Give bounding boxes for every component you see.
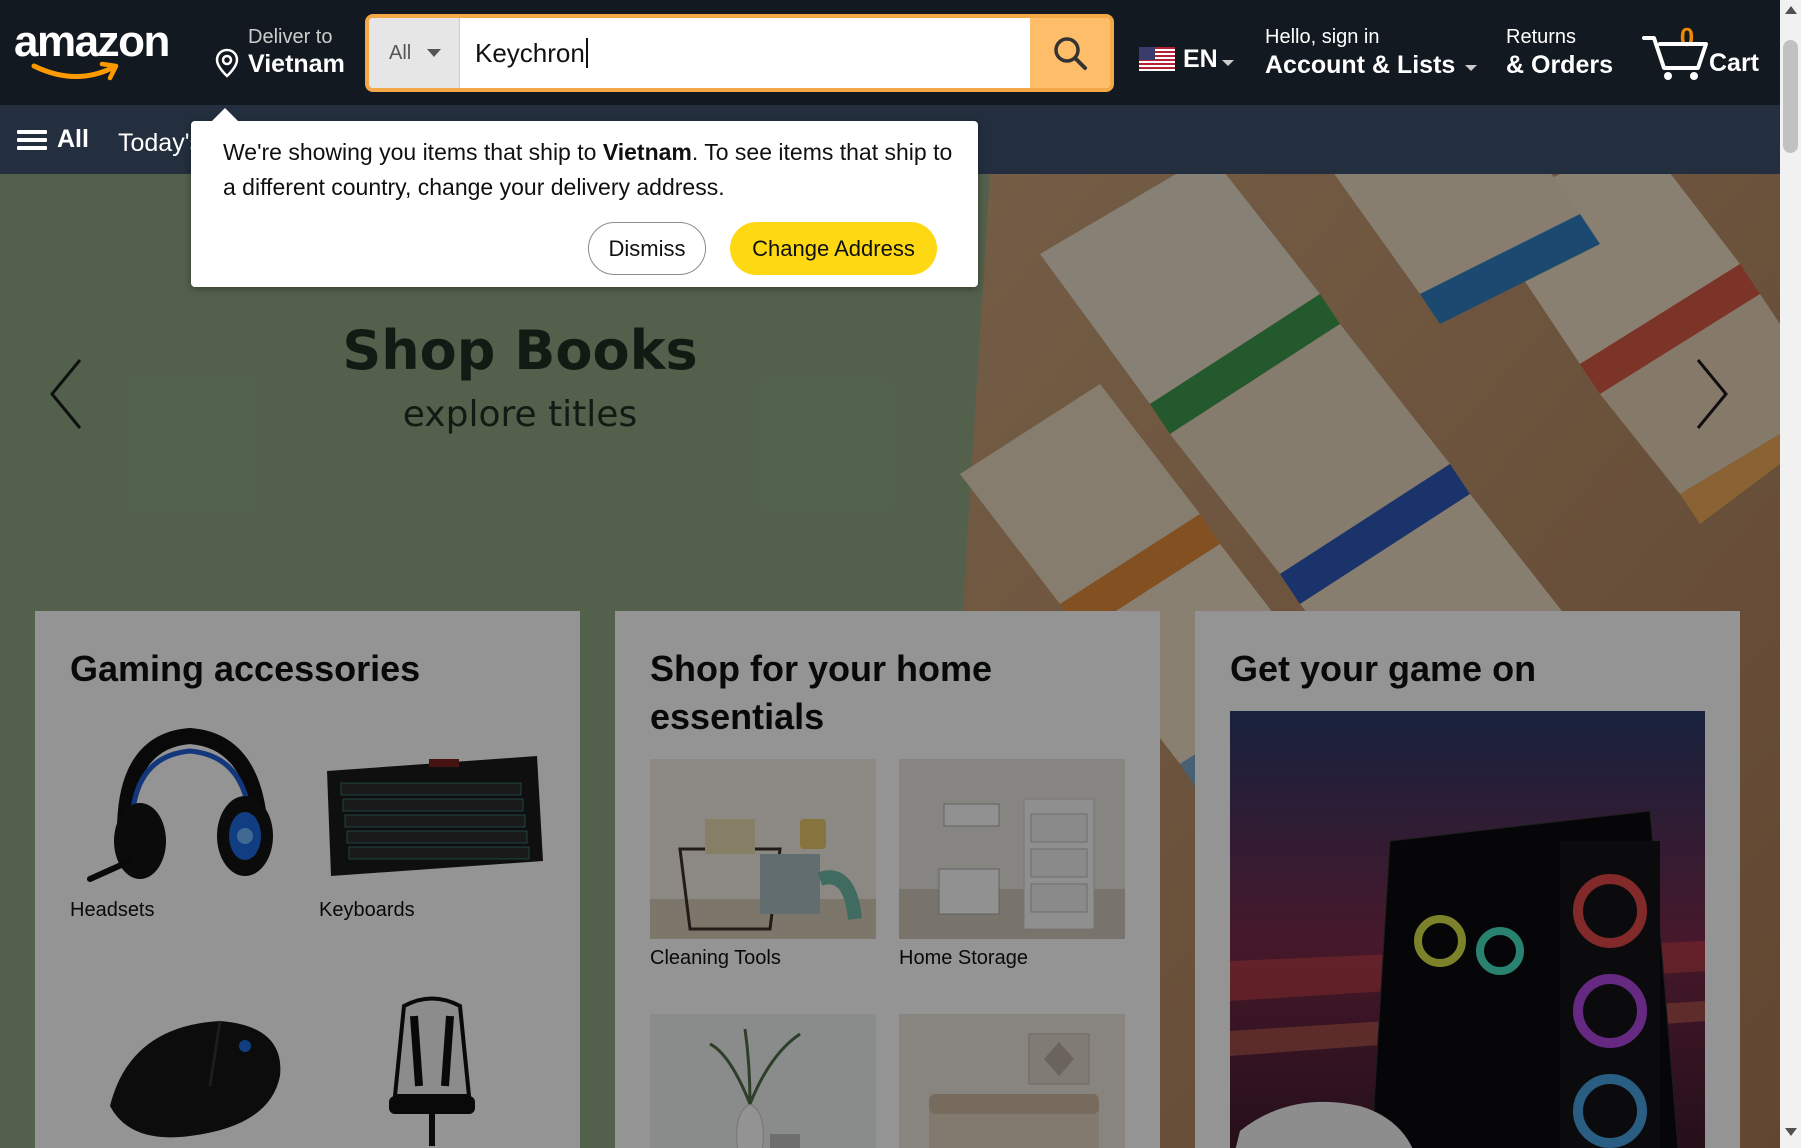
page-dim-overlay (0, 174, 1780, 1148)
deliver-label: Deliver to (248, 26, 333, 48)
delivery-location-popover: We're showing you items that ship to Vie… (191, 108, 978, 287)
chevron-down-icon (1465, 64, 1478, 71)
scroll-up-arrow-icon[interactable] (1785, 6, 1797, 14)
search-input[interactable]: Keychron (460, 18, 1035, 88)
language-code: EN (1183, 44, 1218, 73)
popover-pointer (211, 108, 239, 122)
logo-smile-icon (31, 61, 119, 81)
returns-label: Returns (1506, 26, 1577, 48)
all-menu-label: All (57, 125, 89, 153)
chevron-down-icon (427, 49, 442, 57)
us-flag-icon (1139, 47, 1175, 71)
cart-button[interactable]: 0 Cart (1642, 22, 1762, 82)
top-nav: amazon Deliver to Vietnam All Keychron E… (0, 0, 1780, 105)
search-input-value: Keychron (475, 37, 585, 68)
account-greeting: Hello, sign in (1265, 26, 1380, 48)
search-category-label: All (389, 41, 412, 64)
all-menu-button[interactable]: All (17, 125, 89, 154)
text-cursor (585, 38, 588, 68)
scrollbar-thumb[interactable] (1783, 40, 1798, 153)
deliver-country: Vietnam (248, 50, 345, 78)
scroll-down-arrow-icon[interactable] (1785, 1128, 1797, 1136)
cart-label: Cart (1709, 49, 1760, 77)
account-lists-label: Account & Lists (1265, 51, 1456, 79)
cart-icon (1642, 36, 1708, 80)
search-icon (1054, 37, 1087, 70)
change-address-button[interactable]: Change Address (730, 222, 937, 275)
popover-message-country: Vietnam (602, 139, 692, 165)
dismiss-button[interactable]: Dismiss (588, 222, 706, 275)
logo-wordmark: amazon (14, 17, 170, 66)
popover-message-start: We're showing you items that ship to (223, 139, 603, 165)
page-scrollbar[interactable] (1780, 0, 1801, 1148)
search-bar: All Keychron (365, 14, 1114, 92)
hamburger-icon (17, 126, 47, 154)
search-button[interactable] (1030, 18, 1110, 88)
chevron-down-icon (1221, 60, 1234, 66)
search-category-select[interactable]: All (369, 18, 460, 88)
returns-orders-link[interactable]: Returns & Orders (1506, 26, 1613, 80)
language-selector[interactable]: EN (1139, 44, 1234, 74)
location-pin-icon (215, 48, 239, 78)
amazon-logo[interactable]: amazon (14, 20, 186, 90)
popover-message: We're showing you items that ship to Vie… (223, 135, 953, 205)
orders-label: & Orders (1506, 51, 1613, 79)
account-menu[interactable]: Hello, sign in Account & Lists (1265, 26, 1478, 80)
